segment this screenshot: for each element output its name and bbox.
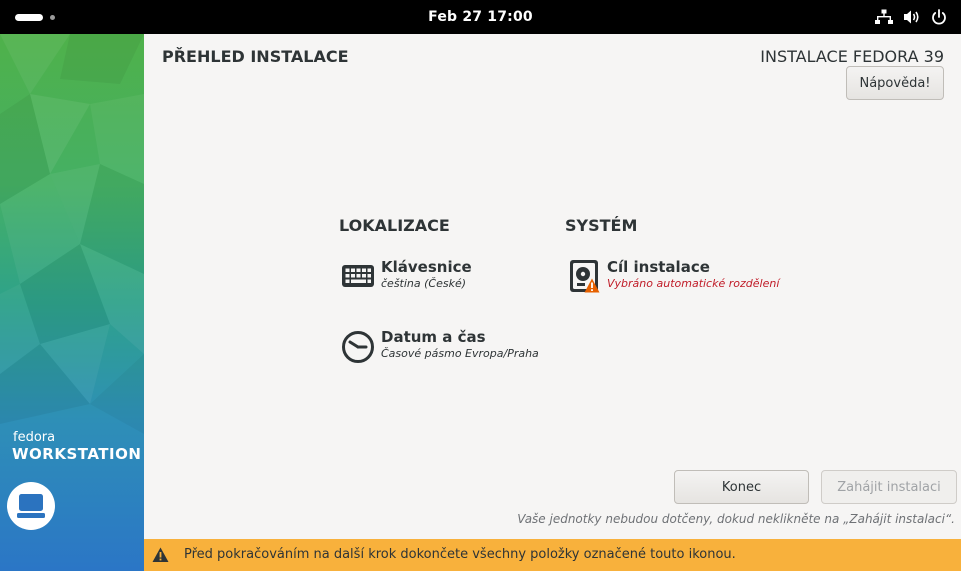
product-title: INSTALACE FEDORA 39	[760, 47, 944, 66]
network-icon[interactable]	[875, 9, 893, 25]
datetime-spoke-status: Časové pásmo Evropa/Praha	[381, 347, 539, 360]
install-destination-status: Vybráno automatické rozdělení	[607, 277, 780, 290]
install-destination-title: Cíl instalace	[607, 258, 710, 276]
fedora-wordmark: fedora	[13, 430, 56, 445]
help-button[interactable]: Nápověda!	[846, 66, 944, 100]
warning-bar: Před pokračováním na další krok dokončet…	[144, 539, 961, 571]
quit-button[interactable]: Konec	[674, 470, 809, 504]
warning-icon	[152, 547, 169, 567]
clock-icon	[341, 330, 375, 364]
footer-note: Vaše jednotky nebudou dotčeny, dokud nek…	[517, 512, 955, 526]
clock[interactable]: Feb 27 17:00	[0, 9, 961, 25]
system-heading: SYSTÉM	[565, 216, 638, 235]
workstation-logo-icon	[7, 482, 55, 530]
localization-heading: LOKALIZACE	[339, 216, 450, 235]
top-bar: Feb 27 17:00	[0, 0, 961, 34]
volume-icon[interactable]	[903, 9, 921, 25]
sidebar: fedora WORKSTATION	[0, 34, 144, 571]
power-icon[interactable]	[931, 9, 947, 25]
keyboard-spoke-title: Klávesnice	[381, 258, 472, 276]
begin-installation-button[interactable]: Zahájit instalaci	[821, 470, 957, 504]
system-tray[interactable]	[875, 9, 947, 25]
page-title: PŘEHLED INSTALACE	[162, 47, 349, 66]
datetime-spoke-title: Datum a čas	[381, 328, 486, 346]
workstation-wordmark: WORKSTATION	[12, 445, 142, 463]
main-panel: PŘEHLED INSTALACE INSTALACE FEDORA 39 Ná…	[144, 34, 961, 571]
warning-icon	[584, 278, 600, 297]
warning-bar-text: Před pokračováním na další krok dokončet…	[184, 547, 736, 562]
keyboard-spoke-status: čeština (České)	[381, 277, 467, 290]
keyboard-icon	[341, 260, 375, 294]
